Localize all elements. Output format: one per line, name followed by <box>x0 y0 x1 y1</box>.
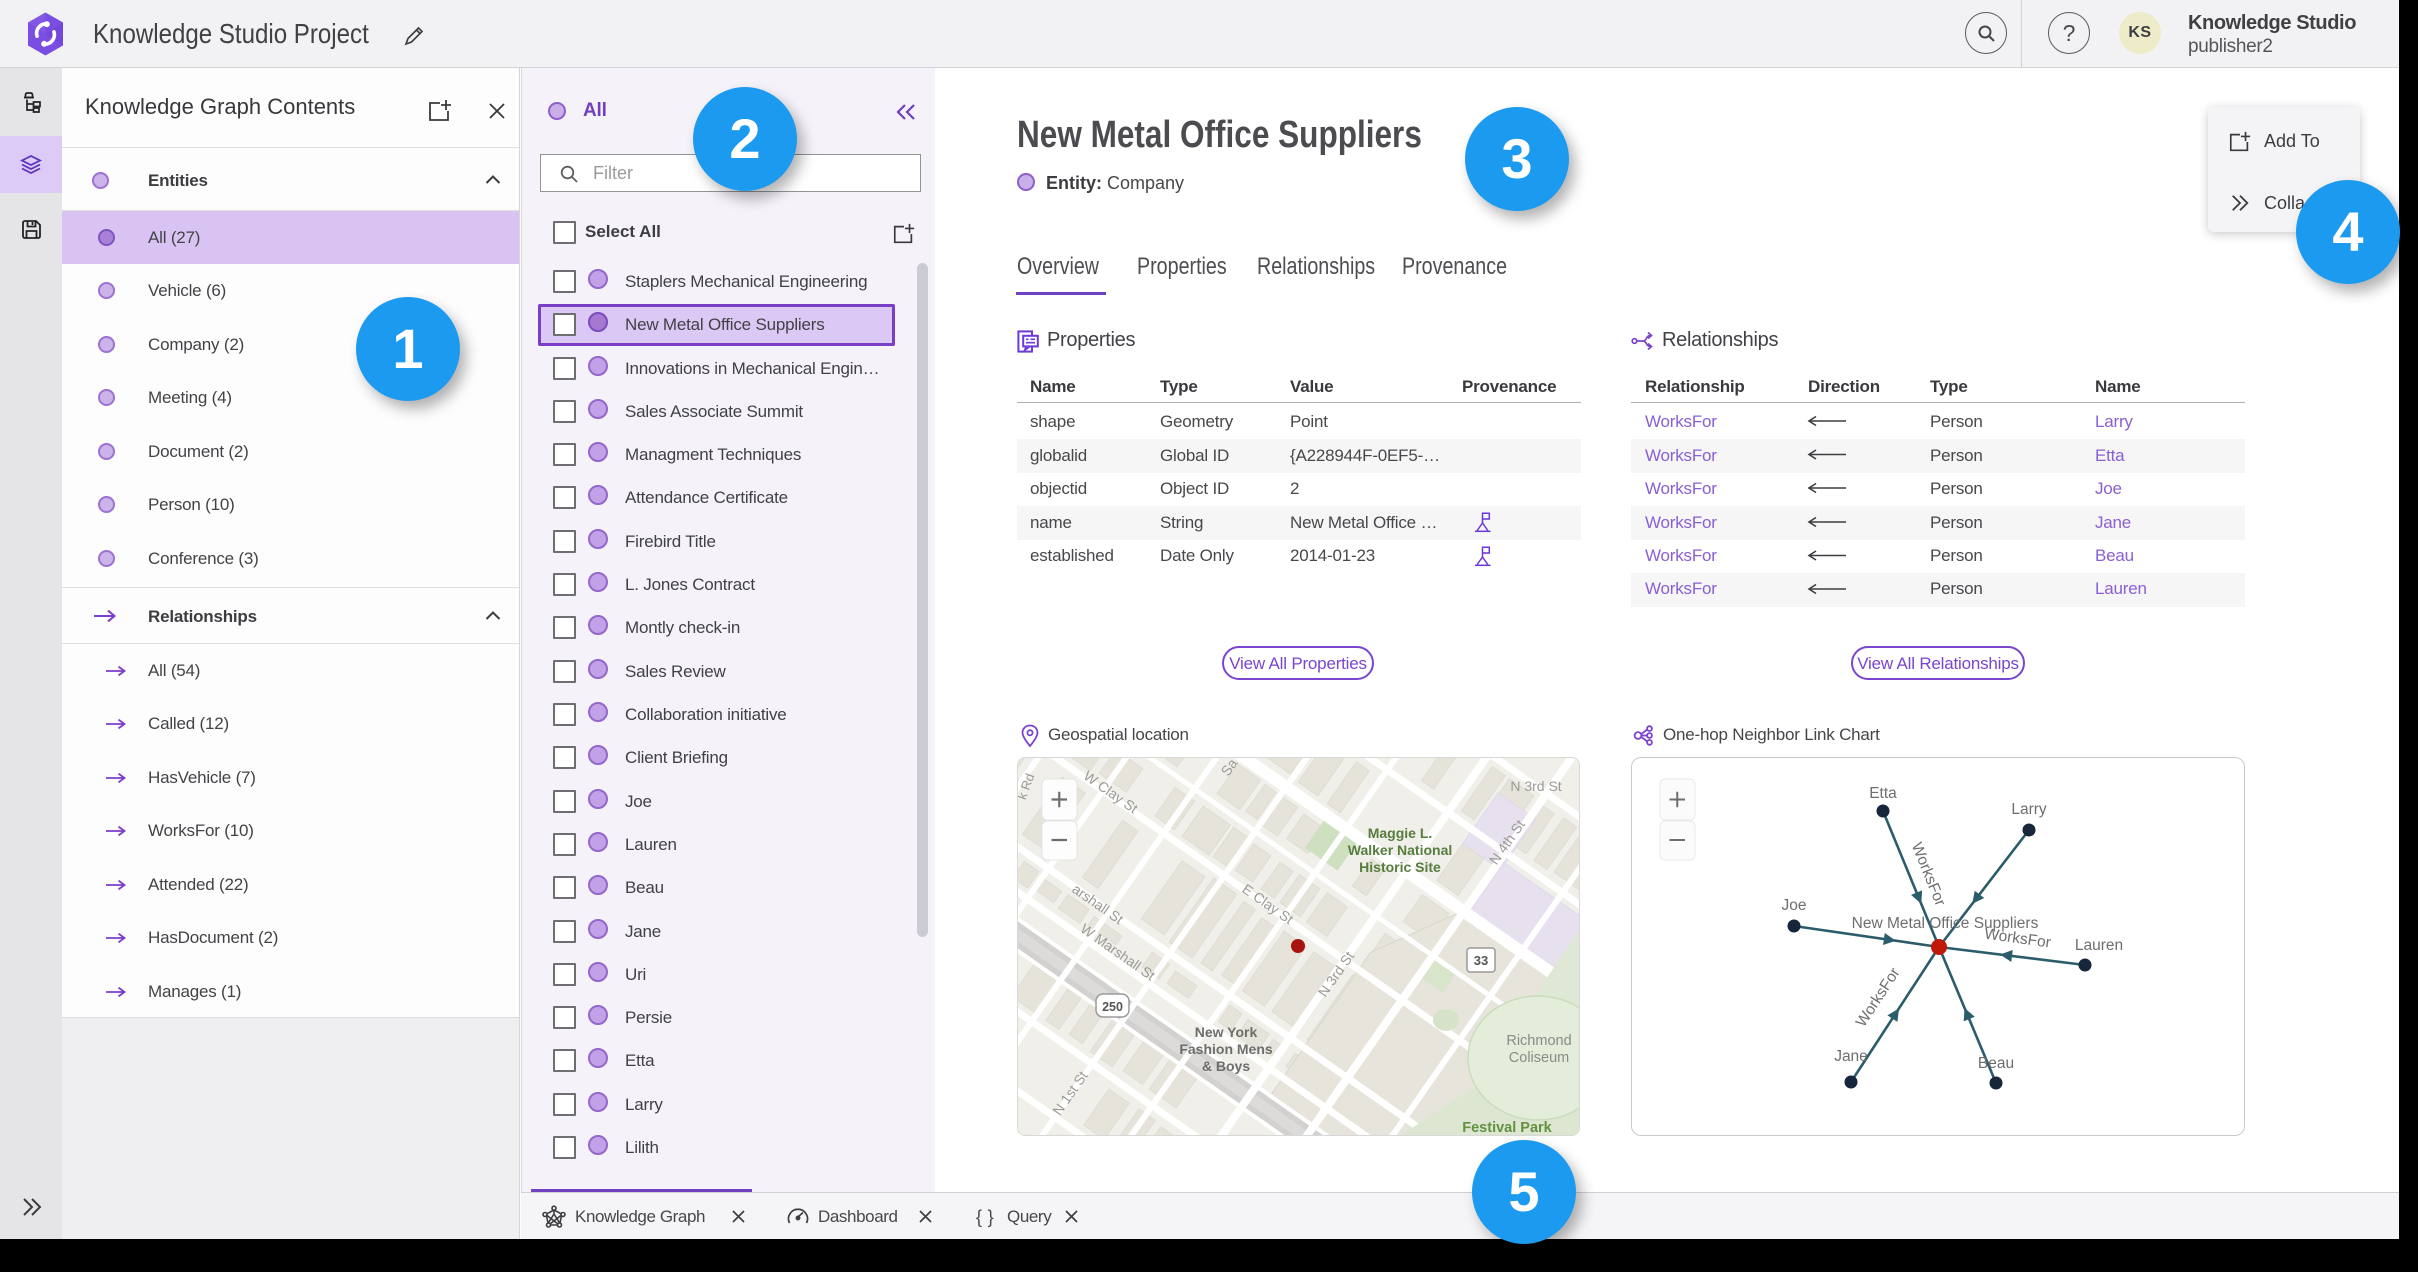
svg-text:Beau: Beau <box>1978 1055 2014 1072</box>
svg-text:& Boys: & Boys <box>1202 1058 1250 1074</box>
svg-text:Fashion Mens: Fashion Mens <box>1179 1041 1273 1057</box>
svg-text:Walker National: Walker National <box>1348 842 1453 858</box>
svg-text:Coliseum: Coliseum <box>1509 1050 1569 1066</box>
svg-text:New York: New York <box>1195 1024 1258 1040</box>
svg-text:Historic Site: Historic Site <box>1359 859 1441 875</box>
svg-text:Larry: Larry <box>2011 801 2047 818</box>
svg-text:Jane: Jane <box>1834 1048 1868 1065</box>
svg-text:Festival Park: Festival Park <box>1462 1120 1552 1136</box>
svg-text:Lauren: Lauren <box>2075 937 2123 954</box>
svg-text:Maggie L.: Maggie L. <box>1368 825 1433 841</box>
svg-text:Joe: Joe <box>1782 897 1807 914</box>
svg-text:N 3rd St: N 3rd St <box>1510 778 1561 794</box>
svg-text:WorksFor: WorksFor <box>1908 840 1949 908</box>
svg-text:Richmond: Richmond <box>1506 1033 1571 1049</box>
svg-text:WorksFor: WorksFor <box>1983 925 2052 951</box>
svg-text:250: 250 <box>1102 1000 1123 1014</box>
svg-text:Etta: Etta <box>1869 785 1897 802</box>
svg-text:33: 33 <box>1474 953 1488 968</box>
